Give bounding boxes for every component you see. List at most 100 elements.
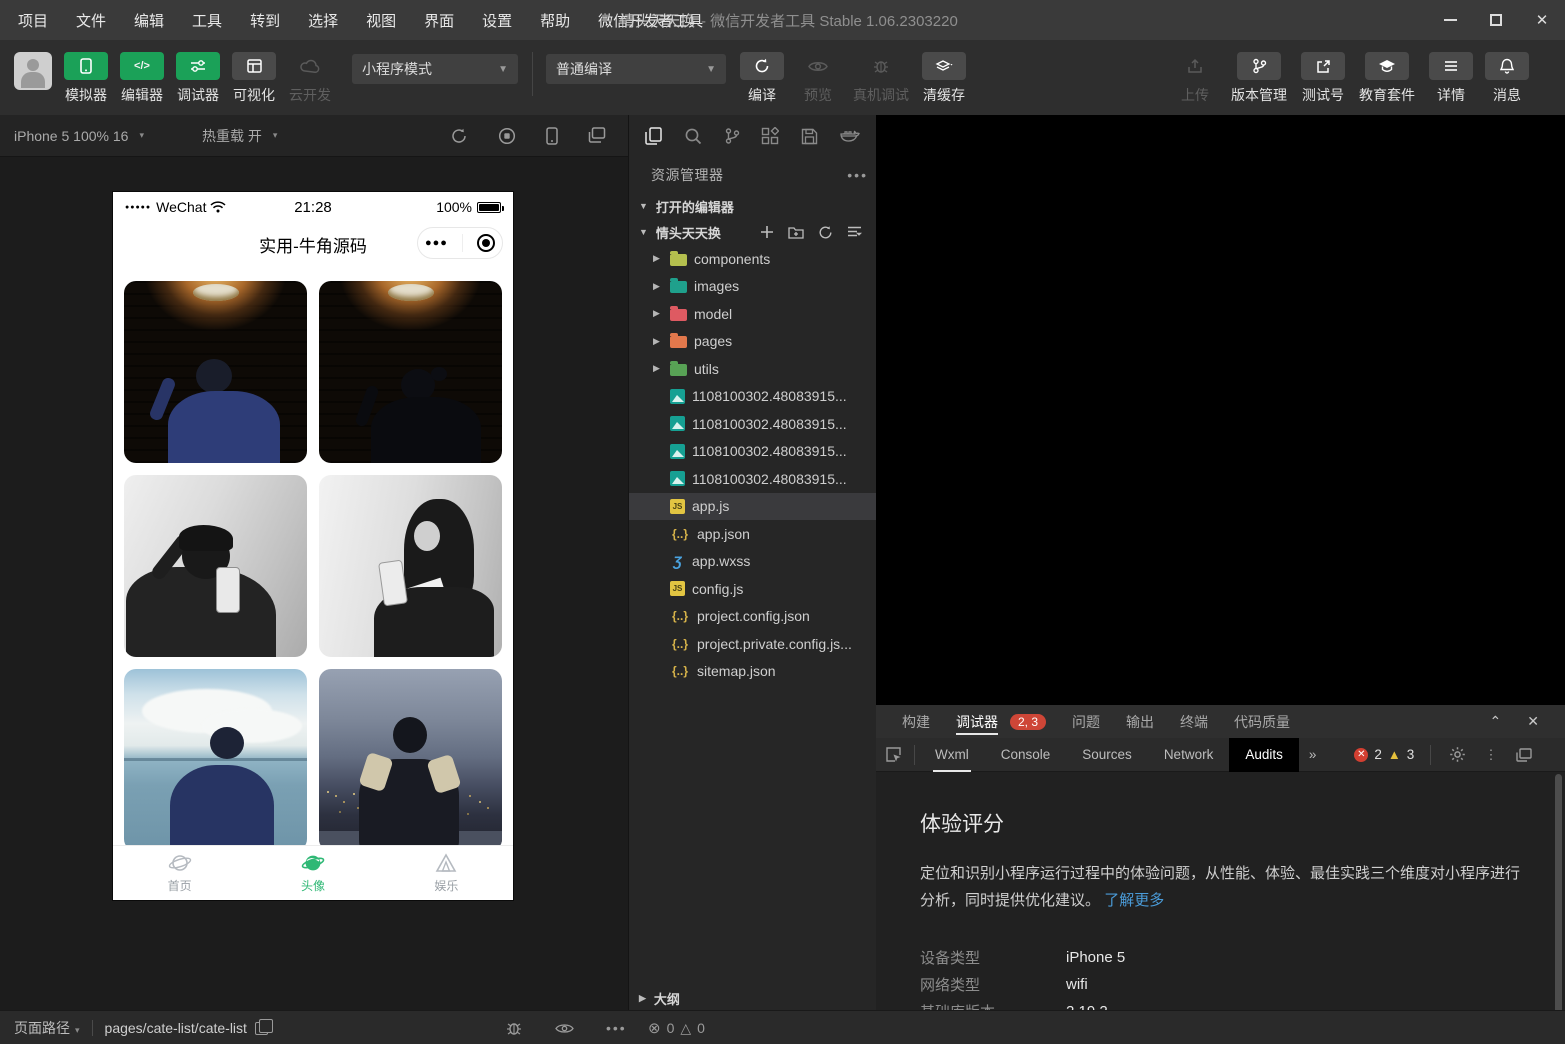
hot-reload-selector[interactable]: 热重载 开 bbox=[188, 126, 291, 146]
panel-tab-build[interactable]: 构建 bbox=[902, 705, 930, 738]
photo-thumbnail[interactable] bbox=[319, 475, 502, 657]
devtools-tab-audits[interactable]: Audits bbox=[1229, 738, 1299, 772]
details-button[interactable]: 详情 bbox=[1423, 52, 1479, 105]
devtools-tab-network[interactable]: Network bbox=[1148, 738, 1230, 772]
panel-tab-problems[interactable]: 问题 bbox=[1072, 705, 1100, 738]
exit-target-icon[interactable] bbox=[477, 234, 495, 252]
device-frame-icon[interactable] bbox=[546, 127, 558, 145]
tree-file-image[interactable]: 1108100302.48083915... bbox=[629, 438, 876, 466]
menu-item-view[interactable]: 视图 bbox=[366, 10, 396, 31]
editor-toggle[interactable]: </> 编辑器 bbox=[114, 52, 170, 105]
visualize-toggle[interactable]: 可视化 bbox=[226, 52, 282, 105]
devtools-tab-sources[interactable]: Sources bbox=[1066, 738, 1148, 772]
page-path-selector[interactable]: 页面路径 bbox=[14, 1018, 80, 1038]
tree-file-image[interactable]: 1108100302.48083915... bbox=[629, 410, 876, 438]
photo-thumbnail[interactable] bbox=[319, 669, 502, 851]
inspect-element-icon[interactable] bbox=[876, 746, 910, 763]
devtools-settings-icon[interactable] bbox=[1449, 746, 1466, 763]
mode-select[interactable]: 小程序模式 ▼ bbox=[352, 54, 518, 84]
tree-file-project-config[interactable]: {..}project.config.json bbox=[629, 603, 876, 631]
tree-file-app-json[interactable]: {..}app.json bbox=[629, 520, 876, 548]
undock-icon[interactable] bbox=[1516, 748, 1532, 762]
more-tabs-icon[interactable]: » bbox=[1299, 747, 1327, 762]
clear-cache-button[interactable]: 清缓存 bbox=[916, 52, 972, 105]
tree-file-sitemap-json[interactable]: {..}sitemap.json bbox=[629, 658, 876, 686]
new-folder-icon[interactable] bbox=[788, 225, 804, 240]
menu-item-settings[interactable]: 设置 bbox=[482, 10, 512, 31]
tree-file-project-private-config[interactable]: {..}project.private.config.js... bbox=[629, 630, 876, 658]
debug-mode-icon[interactable] bbox=[505, 1021, 523, 1036]
problems-summary[interactable]: ⊗ 0 △ 0 bbox=[648, 1011, 705, 1044]
collapse-all-icon[interactable] bbox=[847, 225, 862, 240]
tree-folder-model[interactable]: ▶model bbox=[629, 300, 876, 328]
refresh-tree-icon[interactable] bbox=[818, 225, 833, 240]
menu-item-select[interactable]: 选择 bbox=[308, 10, 338, 31]
open-editors-section[interactable]: ▼ 打开的编辑器 bbox=[629, 193, 876, 219]
debugger-toggle[interactable]: 调试器 bbox=[170, 52, 226, 105]
tree-file-image[interactable]: 1108100302.48083915... bbox=[629, 383, 876, 411]
menu-item-goto[interactable]: 转到 bbox=[250, 10, 280, 31]
close-button[interactable]: ✕ bbox=[1519, 0, 1565, 40]
tab-entertainment[interactable]: 娱乐 bbox=[380, 846, 513, 900]
tree-folder-utils[interactable]: ▶utils bbox=[629, 355, 876, 383]
more-menu-icon[interactable]: ●●● bbox=[425, 237, 448, 249]
outline-section[interactable]: ▶ 大纲 bbox=[629, 986, 876, 1010]
stop-icon[interactable] bbox=[498, 127, 516, 145]
education-suite-button[interactable]: 教育套件 bbox=[1351, 52, 1423, 105]
devtools-tab-console[interactable]: Console bbox=[985, 738, 1067, 772]
compile-button[interactable]: 编译 bbox=[734, 52, 790, 105]
simulator-toggle[interactable]: 模拟器 bbox=[58, 52, 114, 105]
save-icon[interactable] bbox=[801, 128, 818, 145]
minimize-button[interactable] bbox=[1427, 0, 1473, 40]
reload-icon[interactable] bbox=[450, 127, 468, 145]
tree-file-app-js[interactable]: JSapp.js bbox=[629, 493, 876, 521]
maximize-button[interactable] bbox=[1473, 0, 1519, 40]
version-control-button[interactable]: 版本管理 bbox=[1223, 52, 1295, 105]
menu-item-edit[interactable]: 编辑 bbox=[134, 10, 164, 31]
menu-item-project[interactable]: 项目 bbox=[18, 10, 48, 31]
source-control-icon[interactable] bbox=[724, 127, 740, 145]
more-status-icon[interactable]: ••• bbox=[606, 1020, 627, 1036]
project-section[interactable]: ▼ 情头天天换 bbox=[629, 219, 876, 245]
collapse-panel-icon[interactable]: ⌃ bbox=[1490, 713, 1502, 730]
messages-button[interactable]: 消息 bbox=[1479, 52, 1535, 105]
user-avatar[interactable] bbox=[14, 52, 52, 90]
tree-folder-pages[interactable]: ▶pages bbox=[629, 328, 876, 356]
photo-thumbnail[interactable] bbox=[319, 281, 502, 463]
tab-home[interactable]: 首页 bbox=[113, 846, 246, 900]
menu-item-tools[interactable]: 工具 bbox=[192, 10, 222, 31]
panel-tab-output[interactable]: 输出 bbox=[1126, 705, 1154, 738]
docker-whale-icon[interactable] bbox=[840, 128, 860, 144]
copy-path-icon[interactable] bbox=[255, 1022, 268, 1035]
scrollbar[interactable] bbox=[1555, 774, 1562, 1010]
tree-file-app-wxss[interactable]: Ʒapp.wxss bbox=[629, 548, 876, 576]
new-file-icon[interactable] bbox=[760, 225, 774, 240]
photo-thumbnail[interactable] bbox=[124, 281, 307, 463]
panel-tab-code-quality[interactable]: 代码质量 bbox=[1234, 705, 1290, 738]
photo-thumbnail[interactable] bbox=[124, 669, 307, 851]
menu-item-interface[interactable]: 界面 bbox=[424, 10, 454, 31]
learn-more-link[interactable]: 了解更多 bbox=[1104, 892, 1164, 909]
extensions-icon[interactable] bbox=[761, 127, 779, 145]
tab-avatar[interactable]: 头像 bbox=[246, 846, 379, 900]
files-icon[interactable] bbox=[645, 127, 662, 145]
test-account-button[interactable]: 测试号 bbox=[1295, 52, 1351, 105]
menu-item-help[interactable]: 帮助 bbox=[540, 10, 570, 31]
multi-window-icon[interactable] bbox=[588, 127, 606, 145]
more-actions-icon[interactable]: ••• bbox=[847, 167, 868, 183]
photo-thumbnail[interactable] bbox=[124, 475, 307, 657]
panel-tab-terminal[interactable]: 终端 bbox=[1180, 705, 1208, 738]
tree-file-image[interactable]: 1108100302.48083915... bbox=[629, 465, 876, 493]
tree-file-config-js[interactable]: JSconfig.js bbox=[629, 575, 876, 603]
menu-item-file[interactable]: 文件 bbox=[76, 10, 106, 31]
watch-icon[interactable] bbox=[555, 1022, 574, 1035]
devtools-menu-icon[interactable]: ⋮ bbox=[1484, 747, 1498, 763]
panel-tab-debugger[interactable]: 调试器 bbox=[956, 705, 998, 738]
search-icon[interactable] bbox=[684, 127, 702, 145]
compile-mode-select[interactable]: 普通编译 ▼ bbox=[546, 54, 726, 84]
devtools-tab-wxml[interactable]: Wxml bbox=[919, 738, 985, 772]
device-selector[interactable]: iPhone 5 100% 16 bbox=[0, 128, 158, 144]
tree-folder-components[interactable]: ▶components bbox=[629, 245, 876, 273]
close-panel-icon[interactable]: ✕ bbox=[1527, 713, 1539, 730]
tree-folder-images[interactable]: ▶images bbox=[629, 273, 876, 301]
